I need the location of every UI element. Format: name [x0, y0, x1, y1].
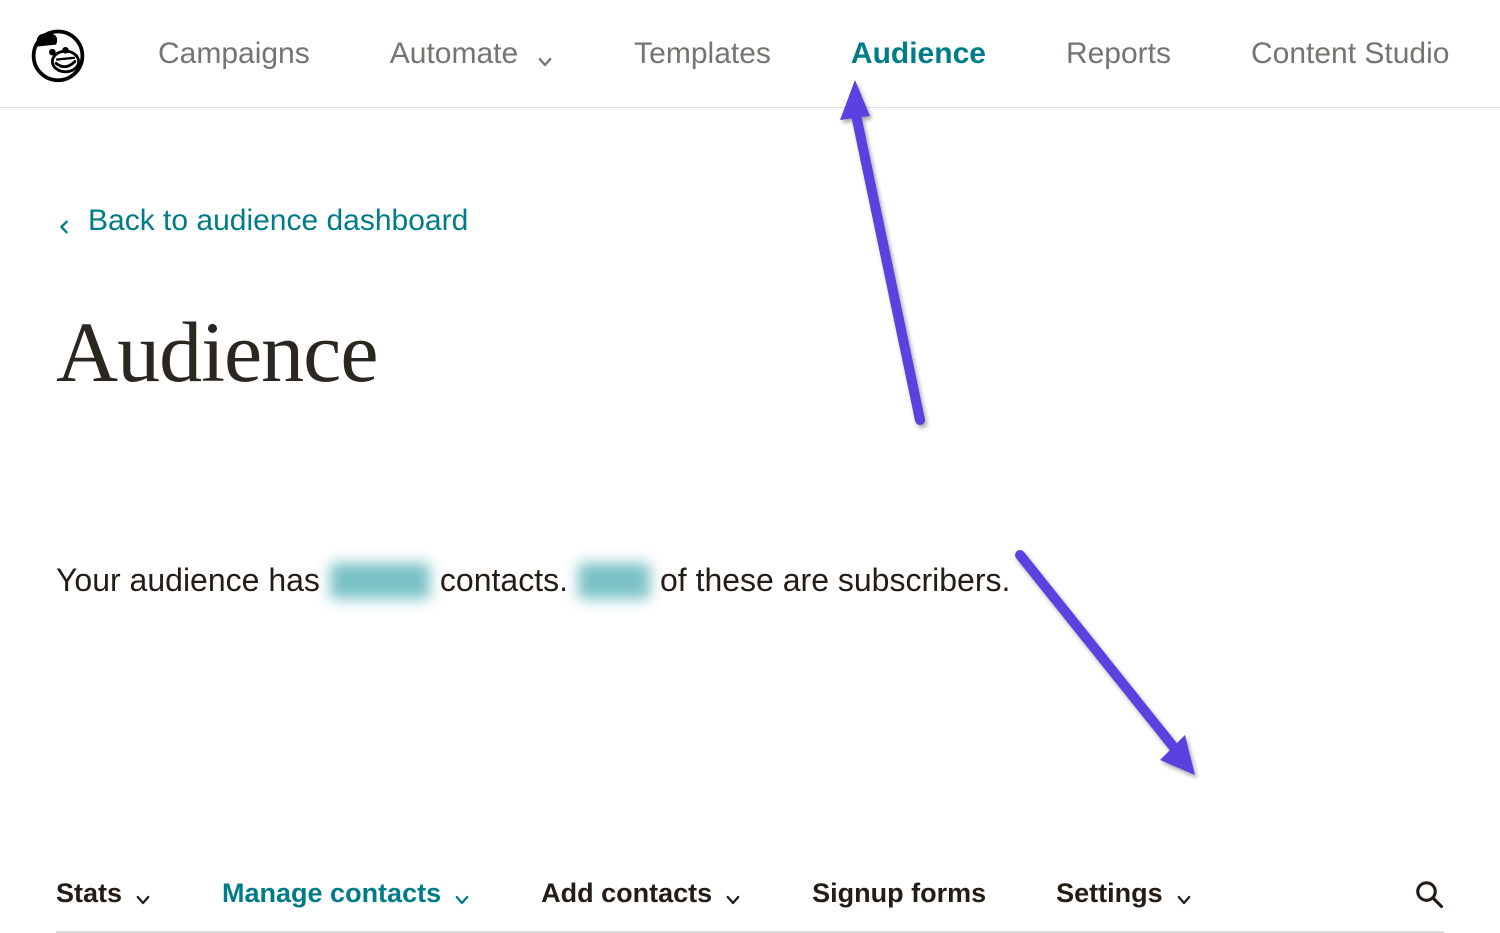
nav-links: Campaigns Automate Templates Audience Re…: [158, 37, 1449, 71]
freddie-icon: [28, 24, 88, 84]
chevron-down-icon: [724, 885, 742, 903]
back-link[interactable]: Back to audience dashboard: [56, 204, 468, 238]
nav-label: Campaigns: [158, 37, 310, 71]
nav-label: Automate: [390, 37, 518, 71]
chevron-left-icon: [56, 209, 72, 233]
chevron-down-icon: [134, 885, 152, 903]
chevron-down-icon: [536, 45, 554, 63]
chevron-down-icon: [453, 885, 471, 903]
nav-campaigns[interactable]: Campaigns: [158, 37, 310, 71]
nav-automate[interactable]: Automate: [390, 37, 554, 71]
nav-label: Templates: [634, 37, 771, 71]
subtabs-row: Stats Manage contacts Add contacts Signu…: [56, 878, 1444, 933]
chevron-down-icon: [1175, 885, 1193, 903]
subtab-stats[interactable]: Stats: [56, 878, 152, 909]
nav-label: Reports: [1066, 37, 1171, 71]
subtab-label: Manage contacts: [222, 878, 441, 909]
subtab-label: Stats: [56, 878, 122, 909]
nav-reports[interactable]: Reports: [1066, 37, 1171, 71]
page-title: Audience: [56, 302, 1444, 402]
subtab-label: Settings: [1056, 878, 1163, 909]
audience-summary: Your audience has contacts. of these are…: [56, 562, 1444, 599]
nav-audience[interactable]: Audience: [851, 37, 986, 71]
subtab-label: Signup forms: [812, 878, 986, 909]
redacted-subscribers-count: [578, 563, 650, 599]
subtab-settings[interactable]: Settings: [1056, 878, 1193, 909]
summary-mid: contacts.: [440, 562, 568, 599]
search-icon[interactable]: [1414, 879, 1444, 909]
top-nav: Campaigns Automate Templates Audience Re…: [0, 0, 1500, 108]
summary-post: of these are subscribers.: [660, 562, 1010, 599]
subtab-add-contacts[interactable]: Add contacts: [541, 878, 742, 909]
redacted-contacts-count: [330, 563, 430, 599]
main-content: Back to audience dashboard Audience Your…: [0, 108, 1500, 599]
brand-logo[interactable]: [28, 24, 88, 84]
subtab-manage-contacts[interactable]: Manage contacts: [222, 878, 471, 909]
nav-content-studio[interactable]: Content Studio: [1251, 37, 1449, 71]
nav-templates[interactable]: Templates: [634, 37, 771, 71]
subtab-signup-forms[interactable]: Signup forms: [812, 878, 986, 909]
nav-label: Content Studio: [1251, 37, 1449, 71]
summary-pre: Your audience has: [56, 562, 320, 599]
back-link-label: Back to audience dashboard: [88, 204, 468, 238]
nav-label: Audience: [851, 37, 986, 71]
subtab-label: Add contacts: [541, 878, 712, 909]
